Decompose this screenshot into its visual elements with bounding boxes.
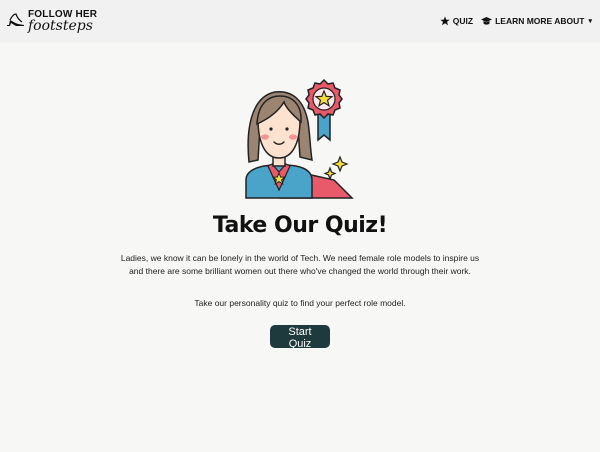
medal-icon [305, 78, 343, 142]
brand-logo[interactable]: FOLLOW HER footsteps [6, 9, 97, 34]
nav-links: QUIZ LEARN MORE ABOUT ▾ [440, 16, 592, 26]
caret-down-icon: ▾ [588, 18, 592, 25]
sparkle-icon [323, 155, 349, 181]
brand-line-2: footsteps [28, 17, 93, 34]
intro-text: Ladies, we know it can be lonely in the … [120, 253, 480, 276]
navbar: FOLLOW HER footsteps QUIZ LEARN MORE ABO… [0, 0, 600, 42]
quiz-subtext: Take our personality quiz to find your p… [194, 297, 406, 308]
nav-quiz-link[interactable]: QUIZ [440, 16, 473, 26]
star-icon [440, 16, 450, 26]
start-quiz-button[interactable]: Start Quiz [270, 325, 330, 350]
hero-illustration [240, 72, 360, 207]
graduation-cap-icon [481, 16, 493, 26]
high-heel-icon [6, 11, 26, 32]
nav-quiz-label: QUIZ [452, 16, 474, 26]
nav-learn-more-dropdown[interactable]: LEARN MORE ABOUT ▾ [481, 16, 592, 26]
main-content: Take Our Quiz! Ladies, we know it can be… [0, 42, 600, 350]
nav-learn-more-label: LEARN MORE ABOUT [495, 16, 585, 26]
page-title: Take Our Quiz! [212, 213, 388, 238]
